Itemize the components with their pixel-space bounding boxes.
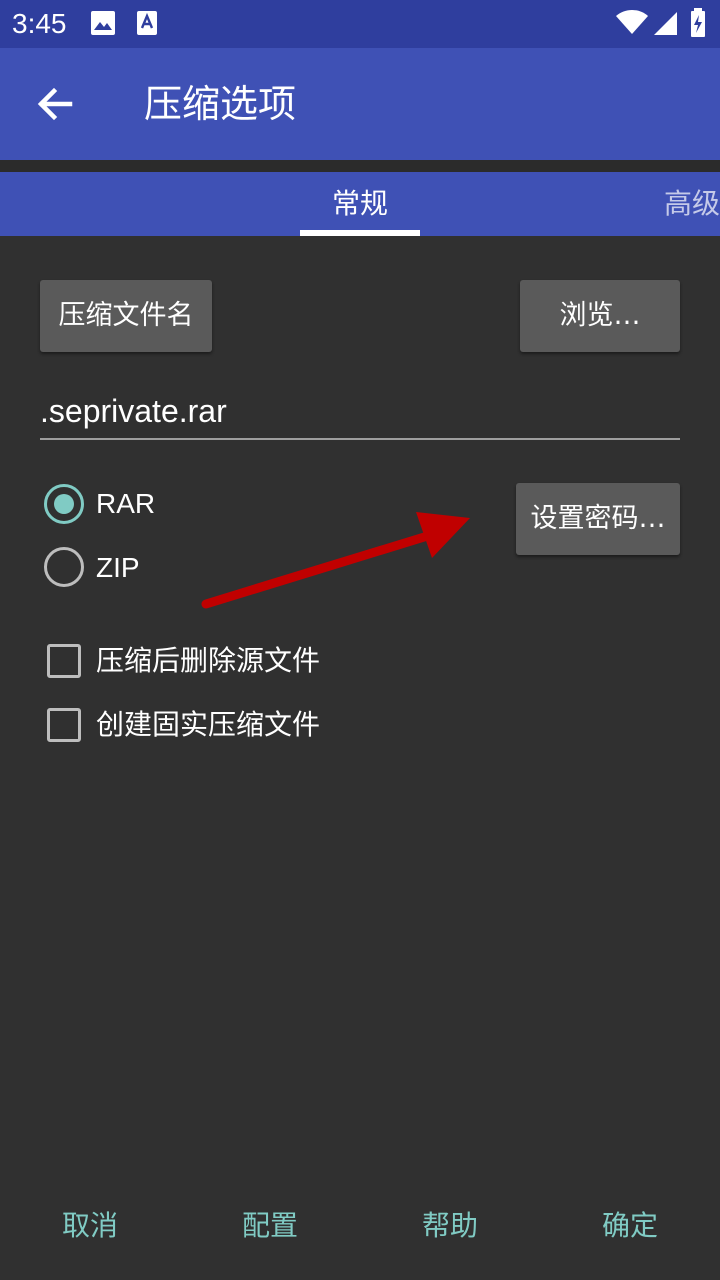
zip-radio[interactable] [44,547,84,587]
tab-general[interactable]: 常规 [260,172,460,236]
bottom-action-bar: 取消 配置 帮助 确定 [0,1190,720,1262]
tab-advanced[interactable]: 高级 [660,172,720,236]
status-bar: 3:45 [0,0,720,48]
browse-button[interactable]: 浏览… [520,280,680,352]
tab-indicator [300,230,420,236]
cell-signal-icon [654,12,677,35]
archive-name-button[interactable]: 压缩文件名 [40,280,212,352]
page-title: 压缩选项 [144,82,297,126]
status-time: 3:45 [12,8,67,39]
header-divider [0,160,720,172]
battery-charging-icon [691,8,705,37]
config-button[interactable]: 配置 [180,1190,360,1262]
wifi-icon [616,10,648,34]
solid-archive-checkbox[interactable] [47,708,81,742]
cancel-button[interactable]: 取消 [0,1190,180,1262]
solid-archive-label[interactable]: 创建固实压缩文件 [96,705,320,745]
ok-button[interactable]: 确定 [540,1190,720,1262]
help-button[interactable]: 帮助 [360,1190,540,1262]
rar-radio[interactable] [44,484,84,524]
annotation-arrow-icon [201,512,470,609]
zip-radio-label[interactable]: ZIP [96,548,140,588]
image-notification-icon [91,11,115,35]
back-arrow-icon[interactable] [24,72,88,136]
text-notification-icon [137,11,157,35]
archive-name-input[interactable] [40,384,680,440]
delete-source-label[interactable]: 压缩后删除源文件 [96,641,320,681]
app-bar: 压缩选项 [0,48,720,160]
delete-source-checkbox[interactable] [47,644,81,678]
tab-bar: 常规 高级 [0,172,720,236]
set-password-button[interactable]: 设置密码… [516,483,680,555]
rar-radio-label[interactable]: RAR [96,484,155,524]
